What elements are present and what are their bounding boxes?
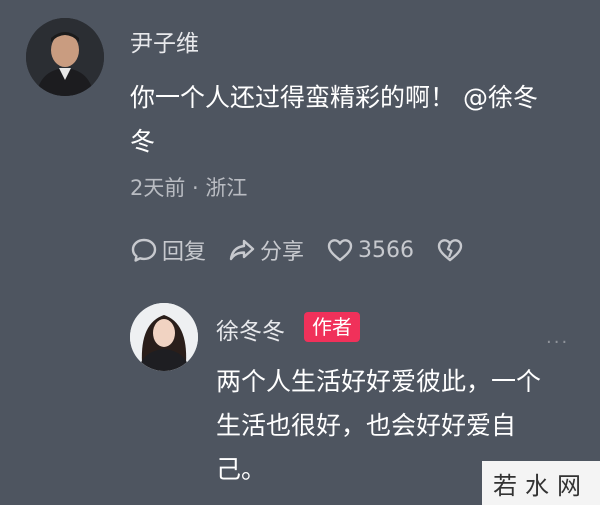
reply-icon xyxy=(131,238,157,262)
comment-actions: 回复 分享 3566 xyxy=(130,232,490,268)
author-badge: 作者 xyxy=(304,312,360,342)
heart-icon xyxy=(327,239,353,262)
like-count: 3566 xyxy=(358,237,415,263)
comment-meta: 2天前 · 浙江 xyxy=(130,176,248,200)
broken-heart-icon xyxy=(437,239,463,262)
commenter-avatar-image xyxy=(26,18,104,96)
reply-button[interactable]: 回复 xyxy=(130,234,206,266)
commenter-username[interactable]: 尹子维 xyxy=(130,24,199,58)
dislike-button[interactable] xyxy=(436,236,468,264)
reply-username[interactable]: 徐冬冬 xyxy=(216,312,285,346)
comment-text-line: 你一个人还过得蛮精彩的啊！ @徐冬 xyxy=(130,83,538,112)
reply-avatar-image xyxy=(130,303,198,371)
reply-text-line: 生活也很好，也会好好爱自 xyxy=(216,411,517,440)
like-button[interactable]: 3566 xyxy=(326,236,414,264)
reply-avatar[interactable] xyxy=(130,303,198,371)
reply-label: 回复 xyxy=(162,240,207,265)
watermark-logo: 若水网 xyxy=(482,461,600,505)
share-icon xyxy=(229,239,255,261)
commenter-avatar[interactable] xyxy=(26,18,104,96)
more-options-icon[interactable]: ··· xyxy=(546,332,569,353)
reply-text-line: 两个人生活好好爱彼此，一个 xyxy=(216,367,542,396)
share-button[interactable]: 分享 xyxy=(228,234,304,266)
comment-text-line: 冬 xyxy=(130,127,156,156)
comment-text: 你一个人还过得蛮精彩的啊！ @徐冬 冬 xyxy=(130,76,580,164)
share-label: 分享 xyxy=(260,240,305,265)
